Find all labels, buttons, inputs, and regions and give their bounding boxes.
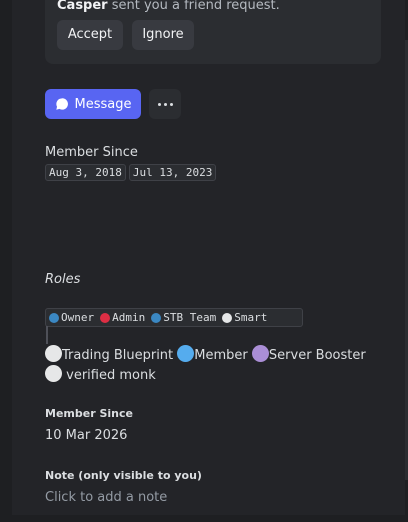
role-verified-monk: verified monk bbox=[66, 368, 156, 383]
role-label: Smart bbox=[234, 311, 268, 324]
member-since-heading: Member Since bbox=[45, 145, 138, 160]
friend-request-card: Casper sent you a friend request. Accept… bbox=[45, 0, 381, 64]
white-circle-icon bbox=[45, 365, 62, 382]
bottom-background-strip bbox=[12, 515, 405, 522]
server-member-since-heading: Member Since bbox=[45, 407, 133, 420]
role-admin: Admin bbox=[100, 311, 145, 324]
more-dot bbox=[169, 102, 173, 106]
more-dots-icon bbox=[157, 102, 161, 106]
more-dot bbox=[163, 102, 167, 106]
member-since-dates: Aug 3, 2018 Jul 13, 2023 bbox=[45, 164, 217, 181]
role-label: STB Team bbox=[163, 311, 217, 324]
role-owner: Owner bbox=[49, 311, 94, 324]
more-options-button[interactable] bbox=[149, 89, 181, 119]
role-member: Member bbox=[194, 348, 248, 363]
server-join-date: Jul 13, 2023 bbox=[128, 164, 217, 181]
purple-circle-icon bbox=[251, 345, 269, 362]
block-quote-bar bbox=[46, 326, 48, 344]
role-stb-team: STB Team bbox=[151, 311, 216, 324]
message-button[interactable]: Message bbox=[45, 89, 141, 119]
white-circle-icon bbox=[222, 312, 233, 323]
roles-heading: Roles bbox=[45, 272, 81, 287]
white-circle-icon bbox=[45, 345, 62, 362]
requester-name: Casper bbox=[57, 0, 108, 13]
ignore-button[interactable]: Ignore bbox=[132, 20, 194, 50]
chat-bubble-icon bbox=[55, 98, 68, 110]
roles-emoji-text: Trading Blueprint Member Server Booster … bbox=[45, 345, 385, 385]
message-button-label: Message bbox=[74, 96, 132, 112]
server-member-since-date: 10 Mar 2026 bbox=[45, 428, 128, 443]
discord-join-date: Aug 3, 2018 bbox=[45, 164, 126, 181]
note-input[interactable] bbox=[45, 490, 385, 505]
note-heading: Note (only visible to you) bbox=[45, 469, 202, 482]
roles-code-block: Owner Admin STB Team Smart bbox=[45, 308, 303, 327]
accept-button[interactable]: Accept bbox=[57, 20, 123, 50]
role-trading-blueprint: Trading Blueprint bbox=[62, 348, 174, 363]
red-circle-icon bbox=[100, 312, 111, 323]
left-background-strip bbox=[0, 0, 12, 522]
blue-circle-icon bbox=[151, 312, 162, 323]
friend-request-text: Casper sent you a friend request. bbox=[57, 0, 280, 13]
role-label: Owner bbox=[61, 311, 95, 324]
role-smart: Smart bbox=[222, 311, 267, 324]
blue-circle-icon bbox=[49, 312, 59, 323]
role-label: Admin bbox=[112, 311, 146, 324]
blue-circle-icon bbox=[177, 345, 195, 362]
user-profile-panel: Casper sent you a friend request. Accept… bbox=[12, 0, 405, 522]
friend-request-message: sent you a friend request. bbox=[107, 0, 280, 13]
role-server-booster: Server Booster bbox=[268, 348, 366, 363]
